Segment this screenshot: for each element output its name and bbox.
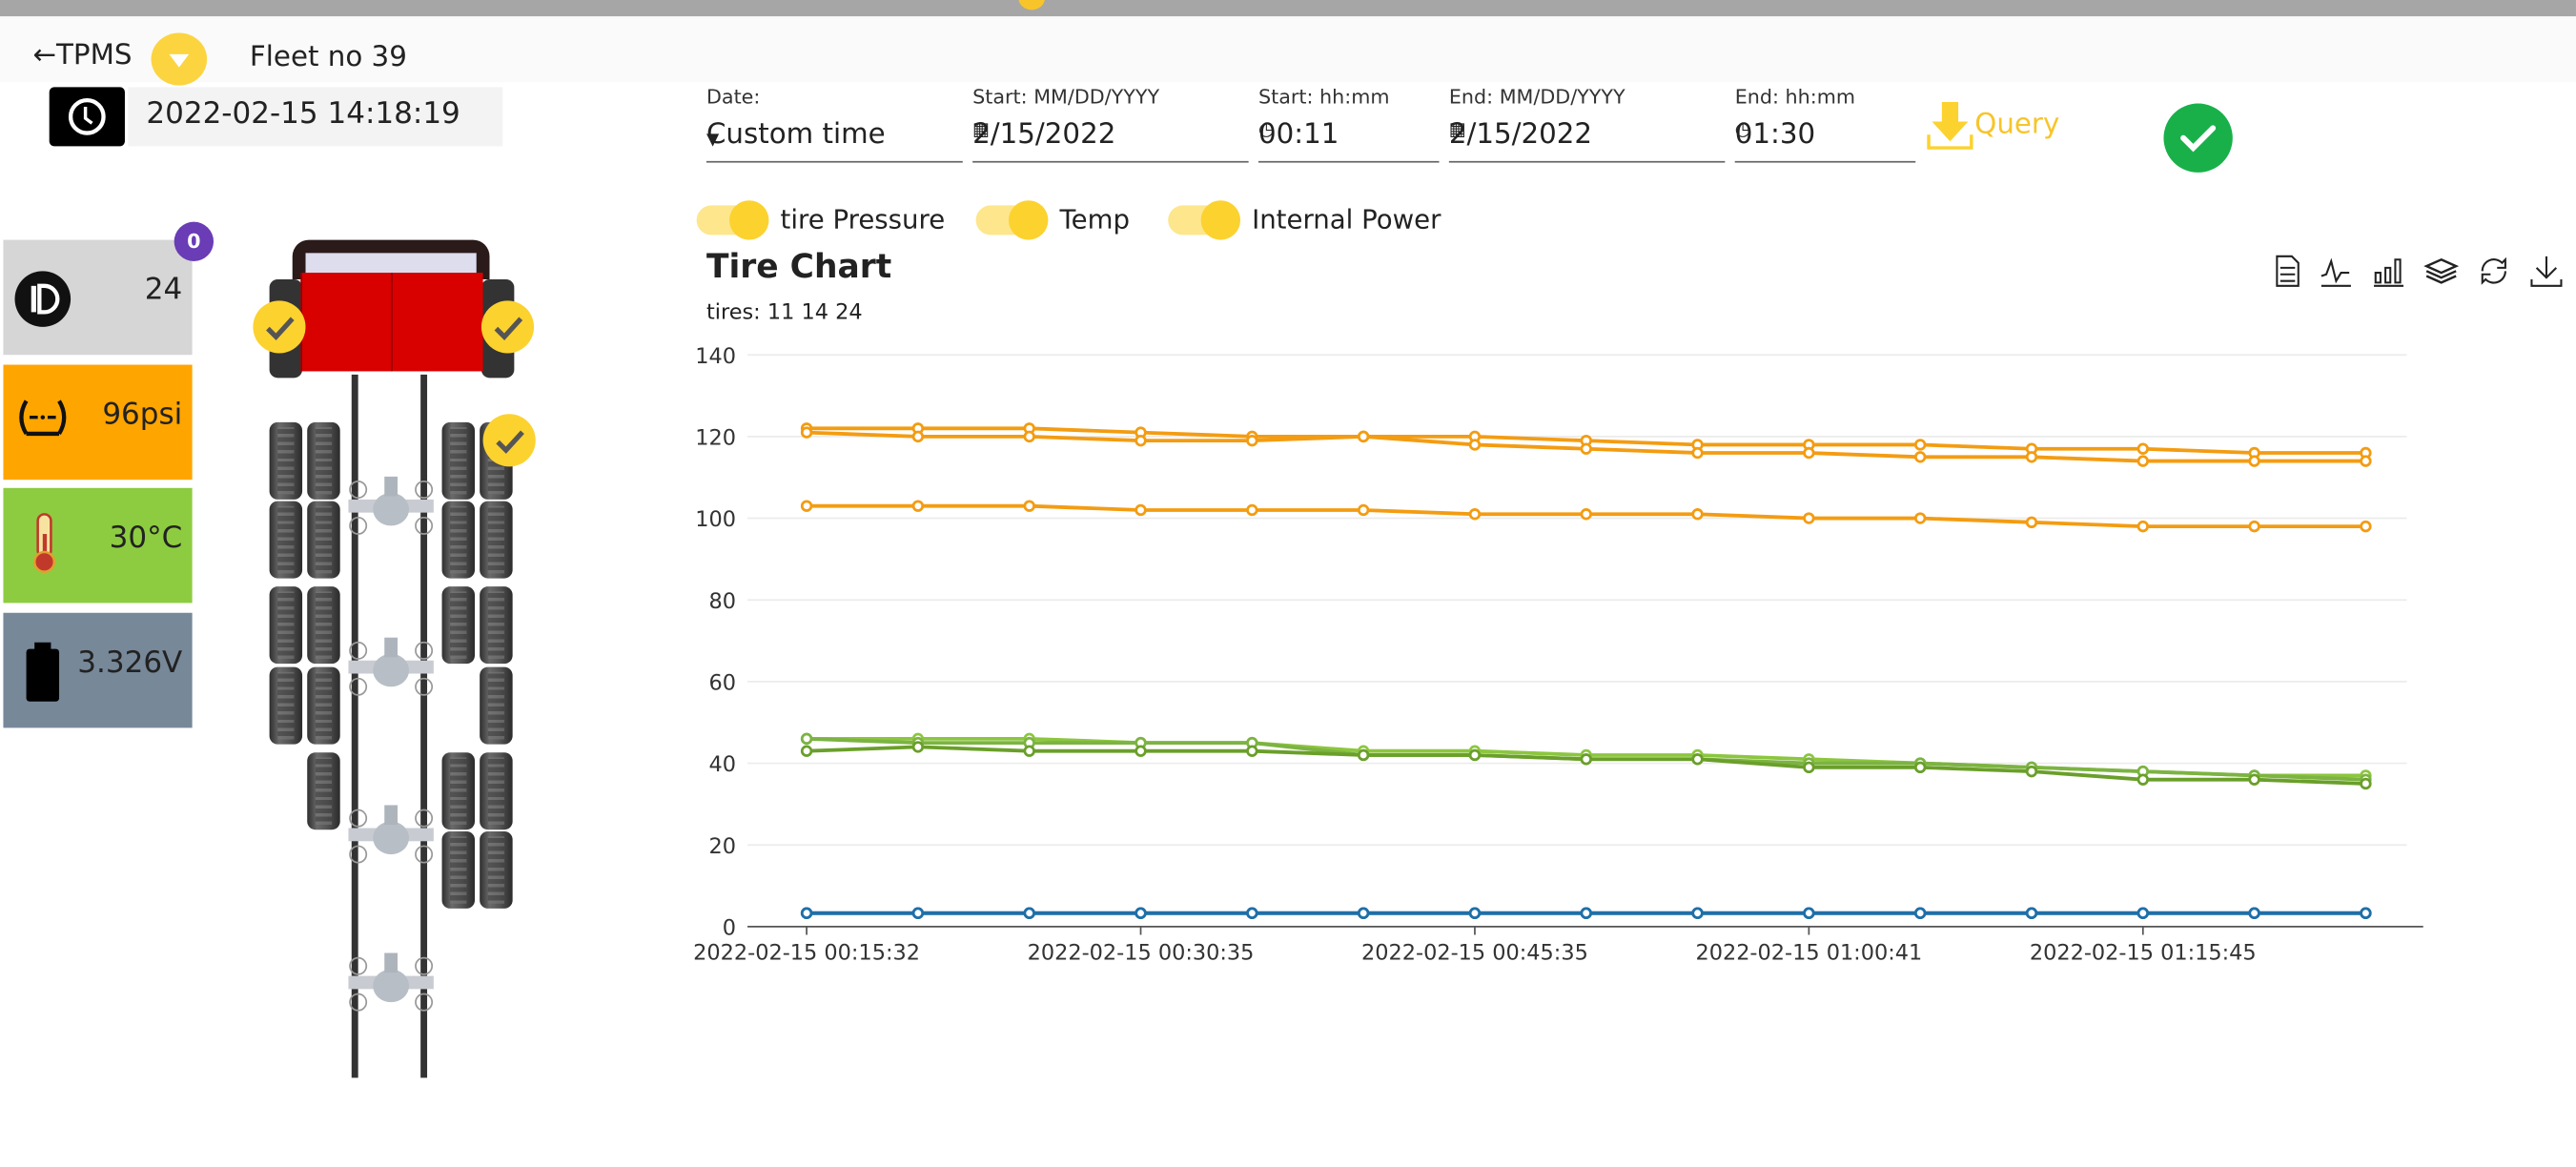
data-point-temp: [800, 745, 813, 757]
data-point-temp: [1357, 748, 1370, 762]
data-point-pressure: [1580, 508, 1592, 521]
data-point-temp: [1803, 761, 1815, 774]
data-point-power: [800, 907, 813, 919]
data-point-pressure: [911, 500, 925, 512]
y-tick-label: 20: [708, 834, 736, 859]
data-point-power: [2360, 907, 2372, 919]
data-point-power: [911, 907, 925, 919]
data-point-pressure: [1357, 503, 1370, 517]
data-point-temp: [1468, 748, 1482, 762]
data-point-power: [1135, 907, 1147, 919]
data-point-power: [1468, 907, 1482, 919]
y-tick-label: 140: [695, 344, 736, 369]
data-point-power: [2248, 907, 2260, 919]
data-point-pressure: [2025, 451, 2038, 463]
data-point-temp: [2136, 773, 2149, 786]
tpms-page: ←TPMS Fleet no 39 2022-02-15 14:18:19 24…: [0, 0, 2576, 1166]
data-point-pressure: [2360, 455, 2372, 467]
data-point-power: [1357, 907, 1370, 919]
data-point-pressure: [800, 500, 813, 512]
y-tick-label: 120: [695, 425, 736, 450]
data-point-pressure: [2248, 455, 2260, 467]
data-point-pressure: [1246, 434, 1258, 447]
data-point-pressure: [1023, 430, 1035, 443]
data-point-pressure: [1023, 500, 1035, 512]
data-point-power: [2025, 907, 2038, 919]
data-point-pressure: [2248, 520, 2260, 533]
y-tick-label: 0: [723, 916, 736, 941]
data-point-power: [1023, 907, 1035, 919]
data-point-temp: [1023, 745, 1035, 757]
data-point-temp: [2248, 773, 2260, 786]
data-point-pressure: [1246, 503, 1258, 517]
data-point-power: [2136, 907, 2149, 919]
y-tick-label: 100: [695, 507, 736, 532]
data-point-temp: [1913, 761, 1927, 774]
data-point-power: [1580, 907, 1592, 919]
tire-chart: 0 20 40 60 80 100 120 140 2022-02-15 00:15:32 202…: [693, 344, 2423, 965]
data-point-pressure: [2025, 516, 2038, 529]
data-point-temp: [2360, 777, 2372, 790]
x-tick-label: 2022-02-15 01:00:41: [1695, 940, 1922, 965]
data-point-temp: [2025, 765, 2038, 778]
x-tick-label: 2022-02-15 00:45:35: [1361, 940, 1588, 965]
data-point-pressure: [1803, 446, 1815, 460]
data-point-pressure: [1357, 430, 1370, 443]
data-point-pressure: [1913, 451, 1927, 463]
data-point-temp: [800, 732, 813, 746]
x-tick-label: 2022-02-15 00:30:35: [1028, 940, 1255, 965]
data-point-pressure: [1580, 442, 1592, 455]
data-point-power: [1803, 907, 1815, 919]
y-tick-label: 40: [708, 752, 736, 777]
data-point-pressure: [1691, 446, 1704, 460]
data-point-temp: [1246, 745, 1258, 757]
y-tick-label: 60: [708, 670, 736, 695]
data-point-pressure: [1135, 434, 1147, 447]
data-point-pressure: [1468, 439, 1482, 451]
data-point-pressure: [911, 430, 925, 443]
data-point-power: [1246, 907, 1258, 919]
data-point-temp: [1135, 745, 1147, 757]
data-point-power: [1691, 907, 1704, 919]
data-point-pressure: [2136, 455, 2149, 467]
data-point-pressure: [1135, 503, 1147, 517]
x-tick-label: 2022-02-15 01:15:45: [2030, 940, 2257, 965]
data-point-pressure: [1691, 508, 1704, 521]
data-point-pressure: [1803, 512, 1815, 524]
data-point-pressure: [2360, 520, 2372, 533]
data-point-power: [1913, 907, 1927, 919]
data-point-temp: [1691, 753, 1704, 766]
x-tick-label: 2022-02-15 00:15:32: [693, 940, 920, 965]
data-point-pressure: [800, 426, 813, 439]
data-point-temp: [1580, 753, 1592, 766]
y-tick-label: 80: [708, 589, 736, 614]
data-point-pressure: [2136, 442, 2149, 455]
data-point-pressure: [1468, 508, 1482, 521]
data-point-pressure: [1913, 512, 1927, 524]
data-point-temp: [911, 741, 925, 753]
data-point-pressure: [1913, 439, 1927, 451]
data-point-pressure: [2136, 520, 2149, 533]
